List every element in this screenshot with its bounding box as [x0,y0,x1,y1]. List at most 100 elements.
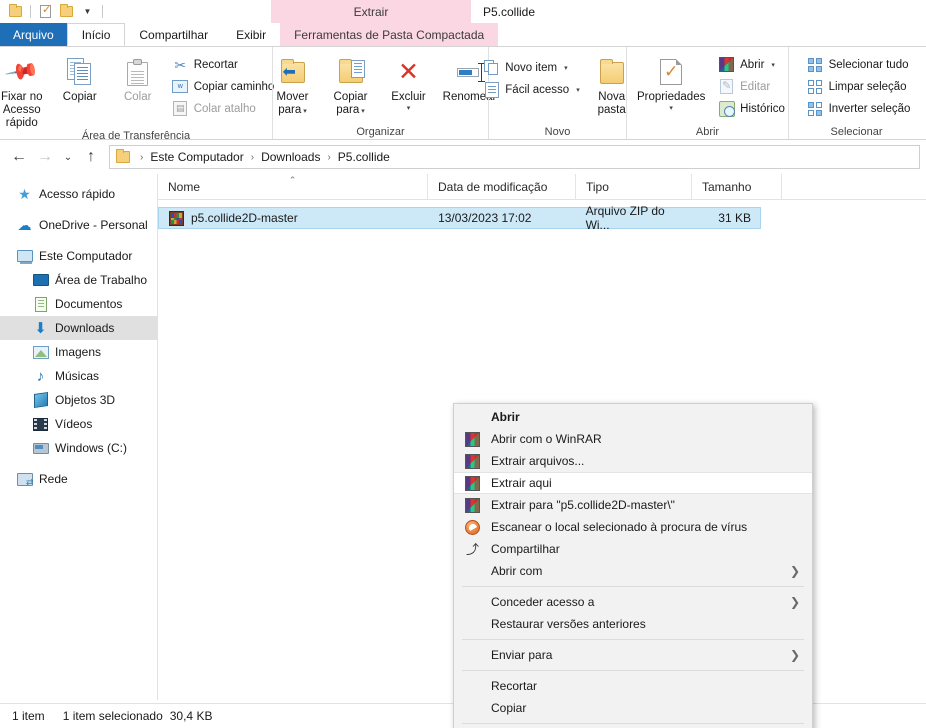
context-menu-item-enviar-para[interactable]: Enviar para ❯ [454,644,812,666]
tab-compartilhar[interactable]: Compartilhar [125,23,222,46]
easy-access-icon [484,81,499,98]
easy-access-button[interactable]: Fácil acesso ▾ [479,79,583,100]
context-menu-item-extrair-arquivos[interactable]: Extrair arquivos... [454,450,812,472]
move-to-button[interactable]: ⬅ Mover para ▾ [265,51,321,117]
up-button[interactable]: ↑ [78,144,104,170]
chevron-right-icon: ❯ [789,564,800,578]
file-modified-cell: 13/03/2023 17:02 [438,211,532,225]
breadcrumb[interactable]: › Este Computador › Downloads › P5.colli… [109,145,920,169]
sidebar-item-este-computador[interactable]: Este Computador [0,244,157,268]
new-item-button[interactable]: Novo item ▾ [479,57,583,78]
column-header-row: ⌃ Nome Data de modificação Tipo Tamanho [158,174,926,200]
context-menu-item-copiar[interactable]: Copiar [454,697,812,719]
select-all-button[interactable]: Selecionar tudo [803,54,915,75]
breadcrumb-item-downloads[interactable]: Downloads [258,150,323,164]
table-row[interactable]: p5.collide2D-master 13/03/2023 17:02 Arq… [158,204,761,232]
sidebar-item-rede[interactable]: Rede [0,467,157,491]
copy-to-button[interactable]: Copiar para ▾ [323,51,379,117]
sidebar-item-label: Área de Trabalho [55,273,148,287]
sidebar-item-documentos[interactable]: Documentos [0,292,157,316]
sidebar-item-downloads[interactable]: ⬇ Downloads [0,316,157,340]
chevron-down-icon: ▾ [301,108,307,115]
sidebar-item-windows-c[interactable]: Windows (C:) [0,436,157,460]
menu-separator [462,723,804,724]
documents-icon [34,296,47,312]
title-bar: ▼ Extrair P5.collide [0,0,926,23]
clear-selection-button[interactable]: Limpar seleção [803,76,915,97]
button-label: Fixar no [0,91,43,103]
qat-folder-button[interactable] [5,1,26,22]
context-menu: Abrir Abrir com o WinRAR Extrair arquivo… [453,403,813,728]
button-label: Inverter seleção [828,102,911,115]
no-icon [464,678,481,695]
tab-arquivo[interactable]: Arquivo [0,23,67,46]
context-menu-item-abrir-com[interactable]: Abrir com ❯ [454,560,812,582]
sidebar-item-label: Este Computador [39,249,133,263]
copy-button[interactable]: Copiar [52,51,108,104]
breadcrumb-item-p5collide[interactable]: P5.collide [335,150,393,164]
menu-item-label: Extrair aqui [491,476,552,490]
recent-locations-button[interactable]: ⌄ [58,144,78,170]
breadcrumb-item-este-computador[interactable]: Este Computador [147,150,246,164]
ribbon-group-label: Selecionar [830,126,883,138]
sidebar-item-area-de-trabalho[interactable]: Área de Trabalho [0,268,157,292]
forward-button[interactable]: → [32,144,58,170]
menu-item-label: Extrair arquivos... [491,454,585,468]
context-menu-item-escanear-virus[interactable]: Escanear o local selecionado à procura d… [454,516,812,538]
context-menu-item-abrir-com-winrar[interactable]: Abrir com o WinRAR [454,428,812,450]
copy-path-icon: w [172,80,189,93]
column-header-nome[interactable]: ⌃ Nome [158,174,428,200]
delete-x-icon: ✕ [398,58,419,86]
star-icon: ★ [18,186,31,202]
invert-selection-button[interactable]: Inverter seleção [803,98,915,119]
edit-button[interactable]: Editar [714,76,789,97]
sidebar-item-videos[interactable]: Vídeos [0,412,157,436]
ribbon-group-label: Organizar [356,126,405,138]
column-label: Tipo [586,179,609,194]
menu-item-label: Recortar [491,679,538,693]
button-label: pasta [597,104,626,116]
sidebar-item-musicas[interactable]: ♪ Músicas [0,364,157,388]
context-menu-item-abrir[interactable]: Abrir [454,406,812,428]
properties-icon [40,4,51,18]
sidebar-item-onedrive[interactable]: ☁ OneDrive - Personal [0,213,157,237]
open-button[interactable]: Abrir ▾ [714,54,789,75]
context-menu-item-recortar[interactable]: Recortar [454,675,812,697]
properties-button[interactable]: Propriedades ▾ [630,51,712,112]
paste-icon [126,58,149,86]
sidebar-item-acesso-rapido[interactable]: ★ Acesso rápido [0,182,157,206]
sidebar-item-imagens[interactable]: Imagens [0,340,157,364]
column-header-tamanho[interactable]: Tamanho [692,174,782,200]
qat-new-folder-button[interactable] [56,1,77,22]
winrar-icon [465,497,480,513]
file-size-cell: 31 KB [718,211,751,225]
file-name-cell: p5.collide2D-master [159,210,428,226]
column-header-data-modificacao[interactable]: Data de modificação [428,174,576,200]
context-menu-item-compartilhar[interactable]: ⤴ Compartilhar [454,538,812,560]
chevron-down-icon: ⌄ [63,151,73,163]
delete-button[interactable]: ✕ Excluir ▾ [381,51,437,112]
context-menu-item-restaurar-versoes-anteriores[interactable]: Restaurar versões anteriores [454,613,812,635]
context-menu-item-conceder-acesso-a[interactable]: Conceder acesso a ❯ [454,591,812,613]
sidebar-item-objetos-3d[interactable]: Objetos 3D [0,388,157,412]
sidebar-item-label: Windows (C:) [55,441,128,455]
column-header-tipo[interactable]: Tipo [576,174,692,200]
pin-to-quick-access-button[interactable]: 📌 Fixar no Acesso rápido [0,51,50,130]
menu-item-label: Escanear o local selecionado à procura d… [491,520,748,534]
paste-button[interactable]: Colar [110,51,166,104]
tab-inicio[interactable]: Início [66,23,126,46]
tab-ferramentas-pasta-compactada[interactable]: Ferramentas de Pasta Compactada [280,23,499,46]
qat-properties-button[interactable] [35,1,56,22]
history-button[interactable]: Histórico [714,98,789,119]
desktop-icon [32,274,49,286]
button-label: Propriedades [636,91,706,103]
context-menu-item-extrair-aqui[interactable]: Extrair aqui [454,472,812,494]
back-button[interactable]: ← [6,144,32,170]
context-menu-item-extrair-para-pasta[interactable]: Extrair para "p5.collide2D-master\" [454,494,812,516]
tab-exibir[interactable]: Exibir [222,23,280,46]
menu-item-label: Abrir com [491,564,543,578]
chevron-down-icon: ▾ [771,61,775,69]
no-icon [464,700,481,717]
qat-customize-button[interactable]: ▼ [77,1,98,22]
no-icon [464,594,481,611]
